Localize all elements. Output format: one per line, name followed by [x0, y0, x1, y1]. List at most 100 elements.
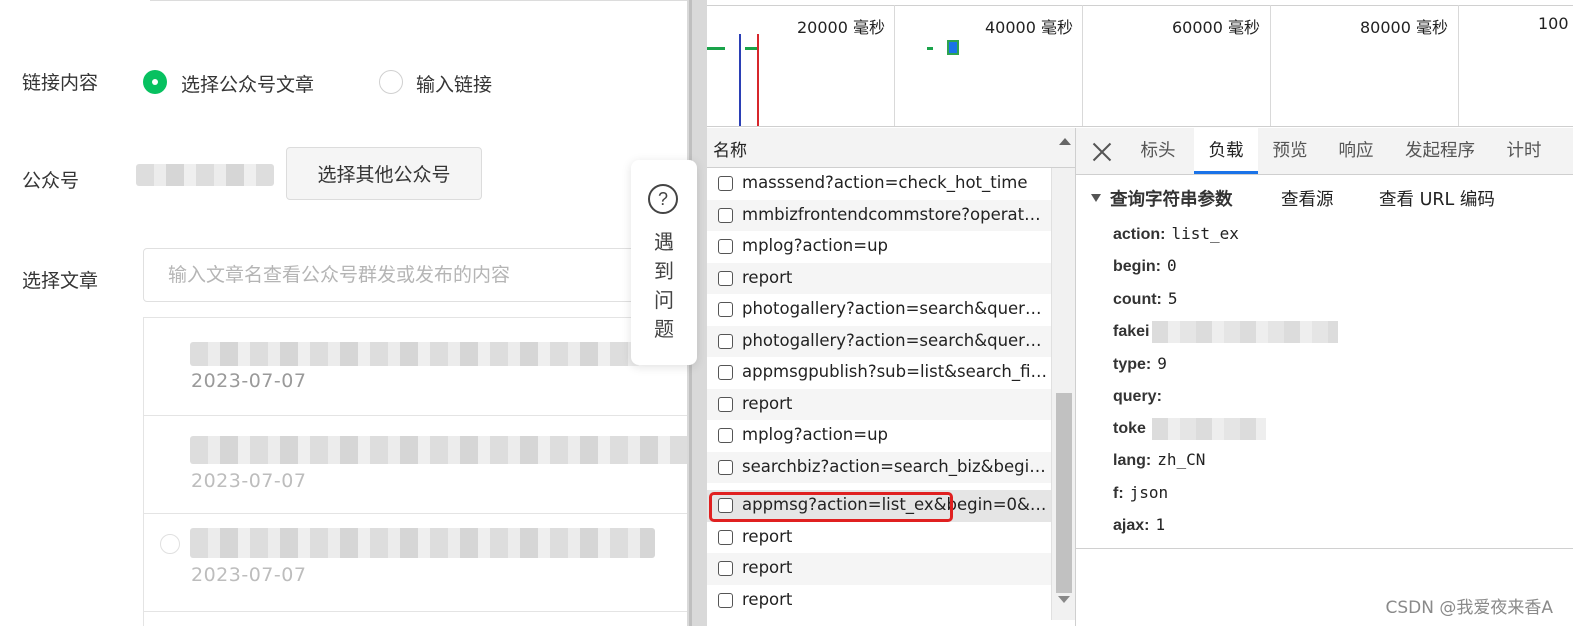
table-row[interactable]: report — [707, 262, 1051, 294]
checkbox-icon[interactable] — [718, 592, 733, 608]
request-name: report — [742, 267, 793, 287]
table-row[interactable]: mmbizfrontendcommstore?operate_... — [707, 199, 1051, 231]
query-param: ajax: 1 — [1113, 515, 1165, 535]
request-name: photogallery?action=search&query=... — [742, 330, 1048, 350]
checkbox-icon[interactable] — [718, 239, 733, 254]
checkbox-icon[interactable] — [718, 428, 733, 443]
checkbox-icon[interactable] — [718, 176, 733, 191]
param-key: fakei — [1113, 323, 1150, 340]
request-name: photogallery?action=search&query=... — [742, 299, 1048, 318]
checkbox-icon[interactable] — [718, 365, 733, 380]
dom-content-loaded-marker — [739, 34, 741, 126]
collapse-triangle-icon[interactable] — [1091, 194, 1101, 202]
table-row[interactable]: searchbiz?action=search_biz&begin... — [707, 451, 1051, 483]
radio-input-link-label[interactable]: 输入链接 — [416, 70, 492, 97]
sort-up-icon[interactable] — [1059, 138, 1071, 145]
param-key: f: — [1113, 485, 1124, 502]
request-list: masssend?action=check_hot_time mmbizfron… — [707, 168, 1051, 620]
scroll-down-icon[interactable] — [1058, 596, 1070, 603]
timeline-tick-label: 80000 毫秒 — [1360, 18, 1448, 37]
table-row[interactable]: report — [707, 585, 1051, 617]
table-row[interactable]: photogallery?action=search&query=... — [707, 325, 1051, 357]
param-value: 0 — [1167, 256, 1177, 275]
table-row[interactable]: report — [707, 388, 1051, 420]
tab-payload[interactable]: 负载 — [1194, 128, 1258, 174]
timeline-border — [707, 5, 1573, 6]
help-label: 遇到问题 — [654, 230, 674, 341]
load-event-marker — [757, 34, 759, 126]
tab-timing[interactable]: 计时 — [1498, 128, 1550, 174]
timeline-gridline — [1082, 5, 1083, 126]
checkbox-icon[interactable] — [718, 333, 733, 349]
list-item[interactable]: 2023-07-07 — [144, 514, 690, 612]
query-string-section-title[interactable]: 查询字符串参数 — [1110, 186, 1233, 211]
timeline-tick-label: 20000 毫秒 — [797, 18, 885, 37]
request-name: appmsgpublish?sub=list&search_fiel... — [742, 362, 1048, 381]
request-name: searchbiz?action=search_biz&begin... — [742, 456, 1048, 476]
table-row[interactable]: mplog?action=up — [707, 231, 1051, 263]
view-url-encoded-link[interactable]: 查看 URL 编码 — [1379, 186, 1495, 211]
tab-response[interactable]: 响应 — [1330, 128, 1382, 174]
param-key: count: — [1113, 291, 1162, 308]
param-value: 1 — [1155, 515, 1166, 534]
checkbox-icon[interactable] — [718, 207, 733, 223]
article-list: 2023-07-07 2023-07-07 2023-07-07 — [143, 317, 690, 626]
param-value: zh_CN — [1157, 450, 1206, 469]
tab-preview[interactable]: 预览 — [1264, 128, 1316, 174]
timeline-request-bar — [927, 47, 933, 50]
param-key: lang: — [1113, 452, 1152, 469]
timeline-request-bar — [947, 40, 959, 55]
checkbox-icon[interactable] — [718, 561, 733, 576]
request-list-scrollbar[interactable] — [1051, 168, 1075, 620]
timeline-tick-label: 40000 毫秒 — [985, 18, 1073, 37]
question-icon: ? — [648, 184, 678, 214]
request-name: mplog?action=up — [742, 236, 889, 255]
table-row[interactable]: report — [707, 522, 1051, 554]
query-param: begin: 0 — [1113, 256, 1177, 276]
request-name: mplog?action=up — [742, 425, 889, 444]
timeline-request-bar — [745, 47, 757, 50]
timeline-tick-label: 60000 毫秒 — [1172, 18, 1260, 37]
watermark: CSDN @我爱夜来香A — [1385, 598, 1553, 618]
view-source-link[interactable]: 查看源 — [1281, 186, 1334, 211]
checkbox-icon[interactable] — [718, 459, 733, 475]
tab-headers[interactable]: 标头 — [1132, 128, 1184, 174]
request-name: report — [742, 393, 793, 413]
radio-select-article-label[interactable]: 选择公众号文章 — [181, 70, 314, 97]
query-param: toke — [1113, 418, 1152, 438]
link-content-label: 链接内容 — [22, 72, 99, 94]
name-column-header[interactable]: 名称 — [713, 136, 747, 161]
table-row[interactable]: masssend?action=check_hot_time — [707, 168, 1051, 200]
checkbox-icon[interactable] — [718, 396, 733, 412]
network-overview-timeline[interactable]: 20000 毫秒 40000 毫秒 60000 毫秒 80000 毫秒 100 — [707, 0, 1573, 127]
timeline-gridline — [1270, 5, 1271, 126]
article-search-input[interactable] — [143, 248, 673, 302]
checkbox-icon[interactable] — [718, 270, 733, 286]
query-param: query: — [1113, 386, 1168, 406]
table-row[interactable]: report — [707, 553, 1051, 585]
choose-other-account-button[interactable]: 选择其他公众号 — [286, 147, 482, 200]
checkbox-icon[interactable] — [718, 302, 733, 317]
help-widget[interactable]: ? 遇到问题 — [631, 160, 697, 365]
tab-initiator[interactable]: 发起程序 — [1398, 128, 1482, 174]
query-param: count: 5 — [1113, 289, 1178, 309]
panel-divider — [1075, 128, 1076, 626]
article-date: 2023-07-07 — [191, 564, 307, 586]
table-row[interactable]: mplog?action=up — [707, 420, 1051, 452]
table-row[interactable]: appmsgpublish?sub=list&search_fiel... — [707, 357, 1051, 389]
scrollbar-thumb[interactable] — [1056, 393, 1072, 593]
article-radio[interactable] — [160, 534, 180, 554]
request-name: masssend?action=check_hot_time — [742, 173, 1028, 192]
radio-input-link[interactable] — [379, 70, 403, 94]
param-value: list_ex — [1171, 224, 1239, 243]
article-link-form: 链接内容 选择公众号文章 输入链接 公众号 选择其他公众号 选择文章 2023-… — [0, 0, 690, 626]
article-title-redacted — [190, 436, 690, 464]
table-row[interactable]: photogallery?action=search&query=... — [707, 294, 1051, 326]
radio-select-article[interactable] — [143, 70, 167, 94]
list-item[interactable]: 2023-07-07 — [144, 416, 690, 514]
list-item[interactable]: 2023-07-07 — [144, 318, 690, 416]
close-icon[interactable] — [1092, 142, 1112, 162]
checkbox-icon[interactable] — [718, 529, 733, 545]
request-list-header[interactable]: 名称 — [707, 128, 1075, 168]
param-key: ajax: — [1113, 517, 1150, 534]
